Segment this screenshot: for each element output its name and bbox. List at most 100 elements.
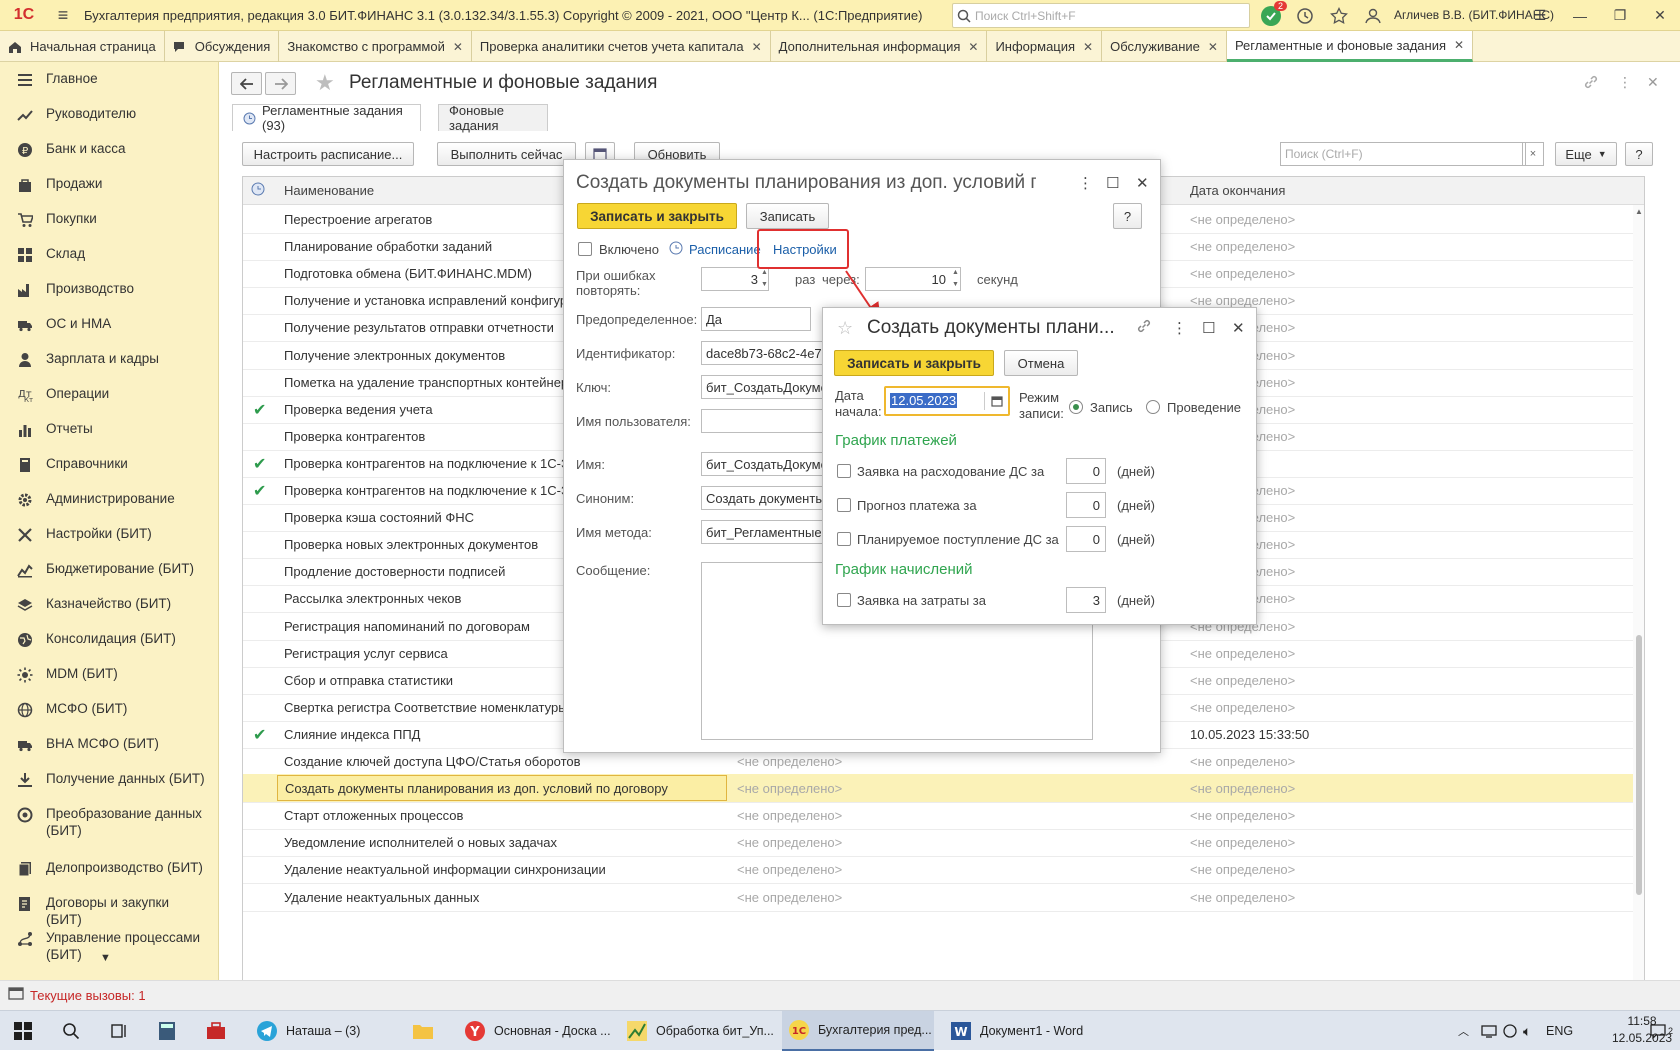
start-date-value[interactable]: 12.05.2023 — [890, 393, 958, 408]
maximize-icon[interactable]: ☐ — [1202, 319, 1215, 337]
synonym-field[interactable]: Создать документы — [701, 486, 825, 510]
start-button-icon[interactable] — [14, 1011, 32, 1051]
tab-maintenance[interactable]: Обслуживание ✕ — [1102, 31, 1227, 62]
cost-request-days-input[interactable]: 3 — [1066, 587, 1106, 613]
link-icon[interactable] — [1583, 74, 1599, 93]
header-end-date[interactable]: Дата окончания — [1190, 183, 1285, 198]
history-icon[interactable] — [1294, 5, 1316, 27]
tab-additional-info[interactable]: Дополнительная информация ✕ — [771, 31, 988, 62]
sidebar-item-mdm[interactable]: MDM (БИТ) — [0, 665, 219, 684]
sidebar-item-catalogs[interactable]: Справочники — [0, 455, 219, 474]
run-now-button[interactable]: Выполнить сейчас — [437, 142, 576, 166]
tab-scheduled[interactable]: Регламентные задания (93) — [232, 103, 421, 133]
sidebar-item-consolidation[interactable]: Консолидация (БИТ) — [0, 630, 219, 649]
save-button[interactable]: Записать — [746, 203, 829, 229]
tab-close-icon[interactable]: ✕ — [1208, 40, 1218, 54]
global-search-input[interactable]: Поиск Ctrl+Shift+F — [952, 3, 1250, 28]
payment-forecast-checkbox[interactable] — [837, 498, 851, 512]
header-name[interactable]: Наименование — [284, 183, 374, 198]
close-icon[interactable]: ✕ — [1647, 74, 1659, 91]
table-row[interactable]: Удаление неактуальных данных <не определе… — [243, 883, 1633, 912]
taskbar-word[interactable]: W Документ1 - Word — [944, 1011, 1094, 1051]
favorite-star-icon[interactable]: ☆ — [837, 318, 853, 339]
favorites-icon[interactable] — [1328, 5, 1350, 27]
sidebar-item-purchases[interactable]: Покупки — [0, 210, 219, 229]
sidebar-item-admin[interactable]: Администрирование — [0, 490, 219, 509]
predefined-field[interactable]: Да — [701, 307, 811, 331]
method-field[interactable]: бит_РегламентныеЗ — [701, 520, 825, 544]
current-calls-status[interactable]: Текущие вызовы: 1 — [30, 988, 146, 1003]
payment-request-days-input[interactable]: 0 — [1066, 458, 1106, 484]
payment-forecast-days-input[interactable]: 0 — [1066, 492, 1106, 518]
tray-chevron-icon[interactable]: ︿ — [1458, 1011, 1469, 1051]
main-menu-icon[interactable]: ≡ — [48, 0, 78, 31]
start-date-field[interactable]: 12.05.2023 — [884, 386, 1010, 416]
taskbar-processing[interactable]: Обработка бит_Уп... — [620, 1011, 774, 1051]
table-row[interactable]: Старт отложенных процессов <не определено… — [243, 801, 1633, 831]
user-icon[interactable] — [1362, 5, 1384, 27]
more-button[interactable]: Еще ▼ — [1555, 142, 1617, 166]
sidebar-scroll-down-icon[interactable]: ▼ — [100, 952, 111, 964]
sidebar-item-bit-settings[interactable]: Настройки (БИТ) — [0, 525, 219, 544]
maximize-icon[interactable]: ☐ — [1106, 174, 1119, 192]
more-icon[interactable]: ⋮ — [1172, 319, 1187, 337]
sidebar-item-bank[interactable]: ₽ Банк и касса — [0, 140, 219, 159]
cost-request-checkbox[interactable] — [837, 593, 851, 607]
task-view-icon[interactable] — [110, 1011, 128, 1051]
sidebar-item-contracts[interactable]: Договоры и закупки (БИТ) — [0, 894, 219, 928]
sidebar-item-treasury[interactable]: Казначейство (БИТ) — [0, 595, 219, 614]
sidebar-item-sales[interactable]: Продажи — [0, 175, 219, 194]
sidebar-item-docflow[interactable]: Делопроизводство (БИТ) — [0, 859, 219, 878]
sync-icon[interactable] — [1502, 1011, 1518, 1051]
volume-icon[interactable]: 🔈︎ — [1523, 1011, 1531, 1051]
tab-close-icon[interactable]: ✕ — [752, 40, 762, 54]
tab-background[interactable]: Фоновые задания — [438, 103, 548, 133]
schedule-link[interactable]: Расписание — [689, 242, 761, 257]
taskbar-accounting[interactable]: 1С Бухгалтерия пред... — [782, 1011, 934, 1051]
retry-count-stepper[interactable]: ▲ ▼ — [761, 267, 768, 291]
action-center-icon[interactable]: 2 — [1650, 1011, 1673, 1051]
language-indicator[interactable]: ENG — [1546, 1011, 1573, 1051]
name-field[interactable]: бит_СоздатьДокуме — [701, 452, 825, 476]
taskbar-telegram[interactable]: Наташа – (3) — [250, 1011, 398, 1051]
sidebar-item-data-import[interactable]: Получение данных (БИТ) — [0, 770, 219, 789]
tab-scheduled-jobs[interactable]: Регламентные и фоновые задания ✕ — [1226, 31, 1474, 62]
planned-income-checkbox[interactable] — [837, 532, 851, 546]
help-button[interactable]: ? — [1625, 142, 1653, 166]
sidebar-item-director[interactable]: Руководителю — [0, 105, 219, 124]
sidebar-item-operations[interactable]: Дт Кт Операции — [0, 385, 219, 404]
close-icon[interactable]: ✕ — [1136, 174, 1149, 192]
calendar-icon[interactable] — [984, 392, 1008, 410]
table-row[interactable]: Удаление неактуальной информации синхрон… — [243, 855, 1633, 885]
help-button[interactable]: ? — [1113, 203, 1142, 229]
table-row-selected[interactable]: Создать документы планирования из доп. у… — [243, 774, 1633, 804]
sidebar-item-main[interactable]: Главное — [0, 70, 219, 89]
forward-button[interactable] — [265, 72, 296, 95]
scroll-thumb[interactable] — [1636, 635, 1642, 895]
tab-intro[interactable]: Знакомство с программой ✕ — [279, 31, 472, 62]
tab-discussions[interactable]: Обсуждения — [165, 31, 280, 62]
sidebar-item-payroll[interactable]: Зарплата и кадры — [0, 350, 219, 369]
link-icon[interactable] — [1136, 318, 1152, 337]
clear-search-button[interactable]: × — [1522, 142, 1544, 166]
save-and-close-button[interactable]: Записать и закрыть — [834, 350, 994, 376]
close-icon[interactable]: ✕ — [1232, 319, 1245, 337]
save-and-close-button[interactable]: Записать и закрыть — [577, 203, 737, 229]
mode-post-radio[interactable] — [1146, 400, 1160, 414]
sidebar-item-assets[interactable]: ОС и НМА — [0, 315, 219, 334]
sidebar-item-ifrs-assets[interactable]: ВНА МСФО (БИТ) — [0, 735, 219, 754]
sidebar-item-reports[interactable]: Отчеты — [0, 420, 219, 439]
retry-seconds-input[interactable]: 10 — [865, 267, 961, 291]
more-icon[interactable]: ⋮ — [1078, 174, 1093, 192]
favorite-star-icon[interactable]: ★ — [315, 72, 335, 94]
back-button[interactable] — [231, 72, 262, 95]
retry-count-input[interactable]: 3 — [701, 267, 769, 291]
tab-capital-analytics[interactable]: Проверка аналитики счетов учета капитала… — [472, 31, 771, 62]
key-field[interactable]: бит_СоздатьДокуме — [701, 375, 825, 399]
sidebar-item-data-transform[interactable]: Преобразование данных (БИТ) — [0, 805, 219, 839]
close-icon[interactable]: ✕ — [1640, 0, 1680, 31]
file-explorer-icon[interactable] — [412, 1011, 434, 1051]
toolbox-icon[interactable] — [206, 1011, 226, 1051]
sidebar-item-ifrs[interactable]: МСФО (БИТ) — [0, 700, 219, 719]
tab-info[interactable]: Информация ✕ — [987, 31, 1103, 62]
